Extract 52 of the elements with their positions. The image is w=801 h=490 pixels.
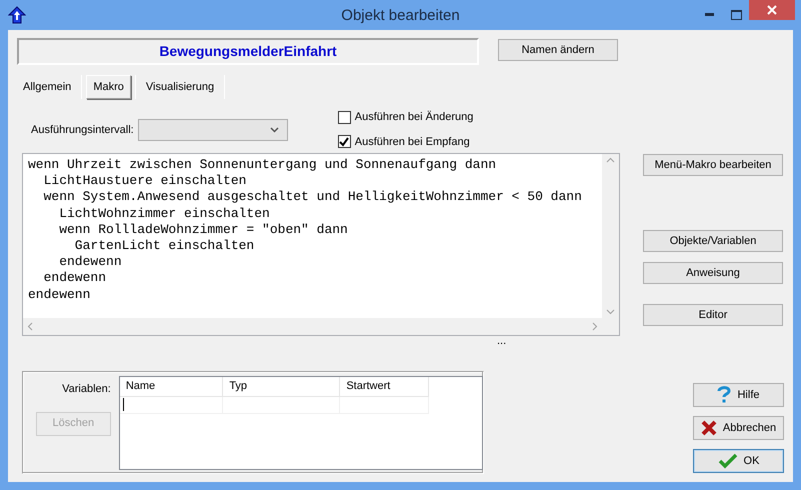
checkbox-label: Ausführen bei Empfang	[354, 134, 470, 150]
ok-button[interactable]: OK	[693, 449, 784, 473]
scroll-left-icon[interactable]	[27, 322, 33, 331]
code-line: endewenn	[42, 270, 108, 287]
variables-label: Variablen:	[62, 382, 111, 397]
code-line: GartenLicht einschalten	[74, 238, 256, 254]
help-button[interactable]: Hilfe	[693, 383, 784, 407]
checkbox-label: Ausführen bei Änderung	[354, 110, 474, 125]
object-name-field[interactable]: BewegungsmelderEinfahrt	[17, 38, 479, 65]
close-icon	[767, 5, 777, 15]
maximize-icon	[730, 10, 742, 20]
code-line: LichtWohnzimmer einschalten	[58, 206, 271, 222]
vertical-scrollbar[interactable]	[602, 154, 619, 318]
close-button[interactable]	[749, 0, 795, 20]
cross-icon	[700, 420, 717, 436]
minimize-icon	[705, 13, 715, 16]
horizontal-scrollbar[interactable]	[23, 318, 602, 335]
interval-dropdown[interactable]	[138, 119, 288, 141]
side-button[interactable]: Anweisung	[643, 262, 783, 284]
macro-editor[interactable]	[22, 153, 620, 336]
tab[interactable]: Allgemein	[17, 76, 78, 98]
variables-table[interactable]: Name Typ Startwert	[118, 376, 483, 470]
tab[interactable]: Makro	[86, 74, 131, 100]
checkbox[interactable]	[338, 135, 351, 148]
column-header[interactable]: Typ	[222, 377, 340, 396]
scroll-up-icon[interactable]	[606, 157, 615, 163]
code-line: wenn Uhrzeit zwischen Sonnenuntergang und Sonnenaufgang dann	[28, 157, 498, 174]
side-button[interactable]: Objekte/Variablen	[643, 230, 783, 252]
question-mark-icon	[717, 386, 732, 404]
cancel-button[interactable]: Abbrechen	[693, 416, 784, 440]
home-icon[interactable]	[8, 6, 26, 24]
code-line: endewenn	[58, 254, 123, 270]
tab[interactable]: Visualisierung	[140, 76, 220, 98]
checkbox[interactable]	[338, 110, 351, 124]
window-title: Objekt bearbeiten	[341, 7, 460, 24]
code-line: LichtHaustuere einschalten	[42, 173, 248, 190]
more-indicator: ...	[497, 335, 506, 347]
column-header[interactable]: Name	[120, 377, 223, 396]
rename-button[interactable]: Namen ändern	[498, 39, 618, 61]
side-button[interactable]: Menü-Makro bearbeiten	[643, 154, 783, 176]
input-field[interactable]	[120, 396, 223, 413]
chevron-down-icon	[270, 127, 279, 133]
scroll-right-icon[interactable]	[592, 322, 598, 331]
side-button[interactable]: Editor	[643, 304, 783, 326]
check-icon	[718, 453, 738, 469]
code-line: wenn RollladeWohnzimmer = "oben" dann	[58, 222, 349, 238]
text-cursor	[122, 398, 124, 411]
column-header[interactable]: Startwert	[340, 377, 429, 396]
interval-label: Ausführungsintervall:	[31, 122, 134, 138]
scroll-down-icon[interactable]	[606, 309, 615, 315]
code-line: wenn System.Anwesend ausgeschaltet und HelligkeitWohnzimmer < 50 dann	[42, 189, 583, 206]
code-line: endewenn	[28, 286, 92, 303]
